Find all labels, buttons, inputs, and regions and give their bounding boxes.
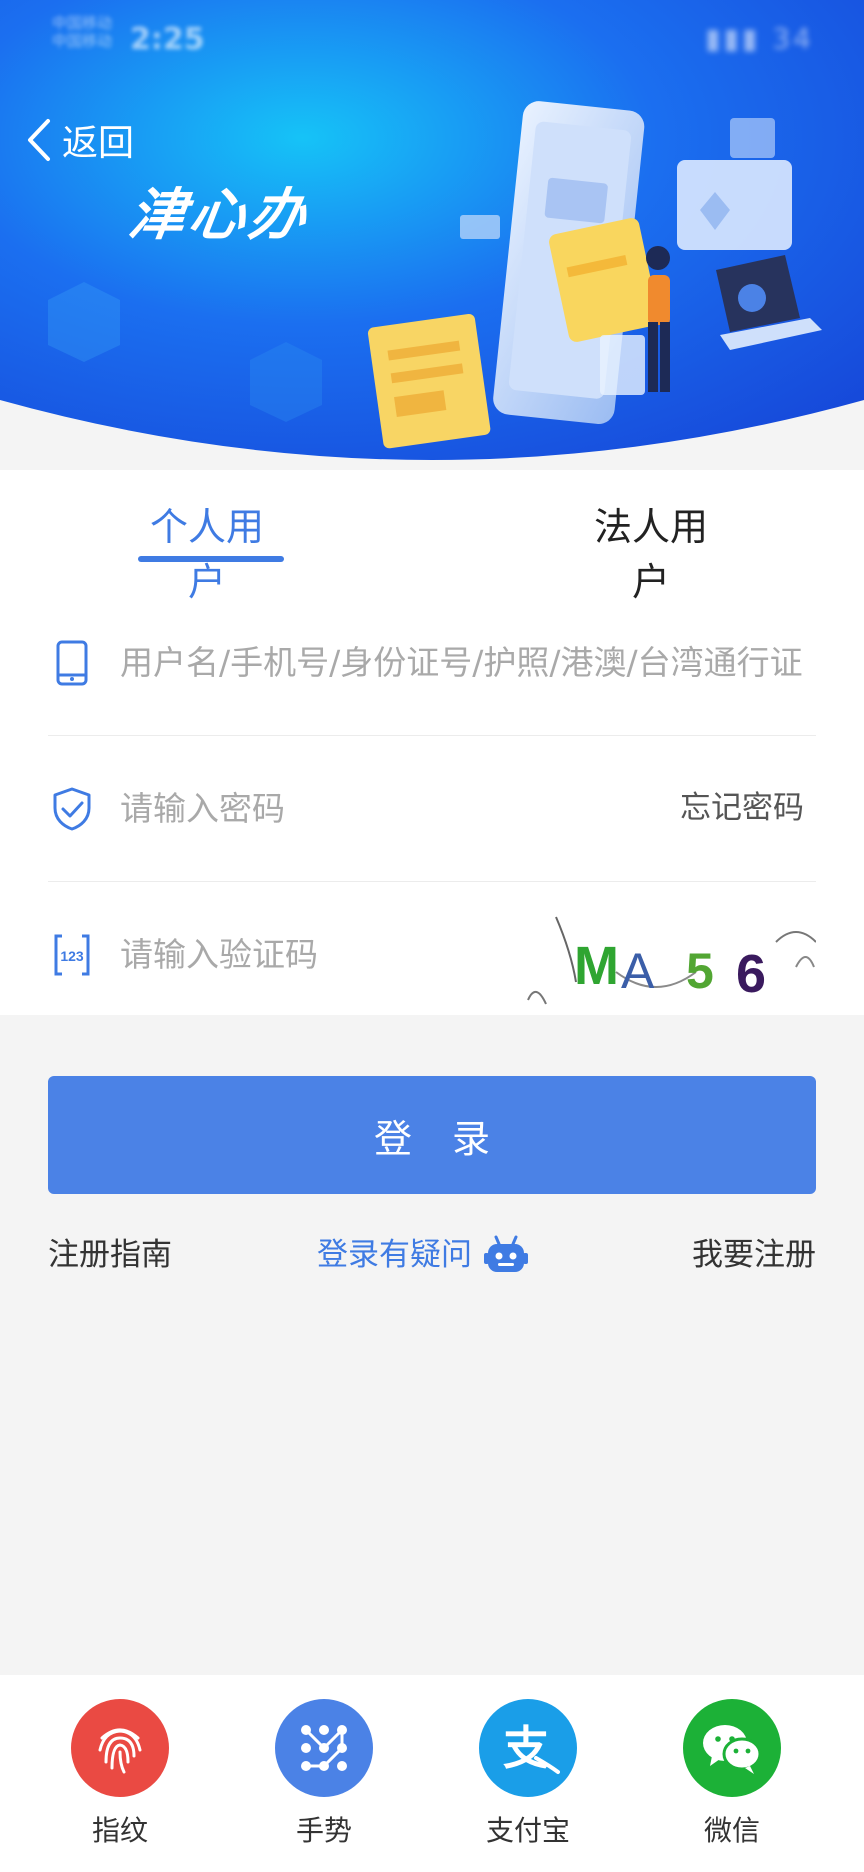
status-icons: ▮▮▮ 34	[705, 22, 814, 55]
robot-icon	[484, 1235, 528, 1275]
phone-icon	[48, 637, 96, 689]
number-code-icon: 123	[48, 929, 96, 981]
fingerprint-login-button[interactable]: 指纹	[60, 1699, 180, 1849]
captcha-char: 5	[686, 943, 714, 999]
username-row: 用户名/手机号/身份证号/护照/港澳/台湾通行证	[48, 590, 816, 736]
captcha-row: 123 请输入验证码 M A 5 6	[48, 882, 817, 1027]
carrier-line-2: 中国移动	[52, 32, 113, 50]
login-help-label: 登录有疑问	[317, 1237, 472, 1273]
register-link[interactable]: 我要注册	[692, 1230, 816, 1280]
shield-icon	[48, 783, 96, 835]
status-carrier: 中国移动 中国移动	[52, 14, 112, 50]
registration-guide-link[interactable]: 注册指南	[48, 1230, 172, 1280]
wechat-label: 微信	[703, 1814, 760, 1847]
battery-level: 34	[772, 22, 814, 55]
username-input[interactable]: 用户名/手机号/身份证号/护照/港澳/台湾通行证	[120, 590, 816, 735]
password-row: 请输入密码 忘记密码	[48, 736, 816, 882]
captcha-input[interactable]: 请输入验证码	[120, 882, 520, 1027]
gesture-label: 手势	[295, 1814, 352, 1847]
login-button[interactable]: 登录	[48, 1076, 816, 1194]
svg-text:123: 123	[60, 948, 84, 964]
captcha-image[interactable]: M A 5 6	[526, 912, 817, 1007]
back-button[interactable]: 返回	[26, 112, 134, 168]
captcha-char: 6	[736, 944, 766, 1004]
forgot-password-link[interactable]: 忘记密码	[680, 736, 804, 881]
active-tab-indicator	[138, 556, 284, 562]
alipay-login-button[interactable]: 支 支付宝	[468, 1699, 588, 1849]
quick-login-bar: 指纹 手势 支 支付宝 微信	[0, 1675, 864, 1872]
alipay-icon: 支	[479, 1699, 577, 1797]
brand-logo: 津心办	[124, 182, 315, 248]
status-bar: 中国移动 中国移动 2:25 ▮▮▮ 34	[0, 0, 864, 90]
signal-icon: ▮▮▮	[705, 22, 761, 55]
status-time: 2:25	[130, 22, 205, 57]
fingerprint-icon	[71, 1699, 169, 1797]
carrier-line-1: 中国移动	[52, 14, 113, 32]
captcha-char: A	[621, 943, 655, 999]
password-input[interactable]: 请输入密码	[120, 736, 620, 881]
fingerprint-label: 指纹	[91, 1814, 148, 1847]
back-label: 返回	[62, 123, 135, 164]
chevron-left-icon	[28, 119, 50, 161]
wechat-icon	[683, 1699, 781, 1797]
alipay-label: 支付宝	[485, 1814, 570, 1847]
wechat-login-button[interactable]: 微信	[672, 1699, 792, 1849]
captcha-char: M	[574, 936, 619, 996]
gesture-icon	[275, 1699, 373, 1797]
svg-text:支: 支	[503, 1721, 549, 1775]
login-form: 个人用户 法人用户 用户名/手机号/身份证号/护照/港澳/台湾通行证 请输入密码…	[0, 470, 864, 1015]
gesture-login-button[interactable]: 手势	[264, 1699, 384, 1849]
login-help-link[interactable]: 登录有疑问	[317, 1230, 528, 1280]
header-banner: 中国移动 中国移动 2:25 ▮▮▮ 34 返回 津心办	[0, 0, 864, 470]
